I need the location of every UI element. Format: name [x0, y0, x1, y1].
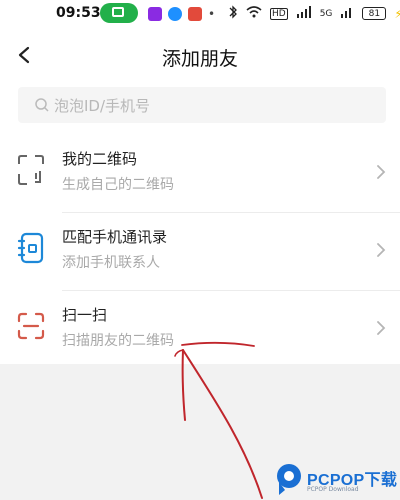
charging-icon: ⚡	[394, 6, 400, 21]
app-notification-icon	[188, 7, 202, 21]
chevron-right-icon	[377, 243, 386, 257]
bluetooth-icon	[228, 5, 238, 22]
watermark-subtitle: PCPOP Download	[307, 486, 359, 493]
cast-icon	[112, 7, 124, 17]
signal-icon	[296, 6, 312, 21]
signal-icon-2	[340, 6, 354, 21]
status-time: 09:53	[56, 5, 101, 21]
system-status: HD 5G 81 ⚡	[228, 5, 400, 22]
battery-indicator: 81	[362, 7, 387, 20]
search-input[interactable]: 泡泡ID/手机号	[54, 95, 150, 116]
app-notification-icon	[168, 7, 182, 21]
row-subtitle: 生成自己的二维码	[62, 177, 174, 193]
nav-bar: 添加朋友	[0, 34, 400, 78]
contacts-book-icon	[17, 232, 44, 264]
pcpop-logo-icon	[277, 464, 301, 495]
network-type-label: 5G	[319, 8, 333, 19]
search-icon	[35, 98, 49, 112]
wifi-icon	[246, 6, 262, 21]
row-title: 我的二维码	[62, 150, 138, 168]
notification-icons: •	[148, 6, 215, 22]
chevron-right-icon	[377, 321, 386, 335]
page-title: 添加朋友	[161, 48, 238, 70]
scan-row[interactable]: 扫一扫 扫描朋友的二维码	[0, 291, 400, 368]
row-subtitle: 扫描朋友的二维码	[62, 333, 174, 349]
row-title: 匹配手机通讯录	[62, 228, 168, 246]
hd-badge: HD	[270, 7, 288, 20]
more-notifications-icon: •	[208, 7, 216, 21]
status-bar: 09:53 • HD 5G 81 ⚡	[0, 0, 400, 28]
match-contacts-row[interactable]: 匹配手机通讯录 添加手机联系人	[0, 213, 400, 290]
qr-code-icon	[18, 155, 44, 185]
row-title: 扫一扫	[62, 306, 108, 324]
my-qr-code-row[interactable]: 我的二维码 生成自己的二维码	[0, 135, 400, 212]
search-bar[interactable]: 泡泡ID/手机号	[18, 87, 386, 123]
scan-icon	[17, 312, 45, 340]
watermark: PCPOP下载 PCPOP Download	[275, 462, 400, 500]
row-subtitle: 添加手机联系人	[62, 255, 160, 271]
chevron-right-icon	[377, 165, 386, 179]
app-notification-icon	[148, 7, 162, 21]
screen-cast-indicator	[100, 3, 138, 23]
